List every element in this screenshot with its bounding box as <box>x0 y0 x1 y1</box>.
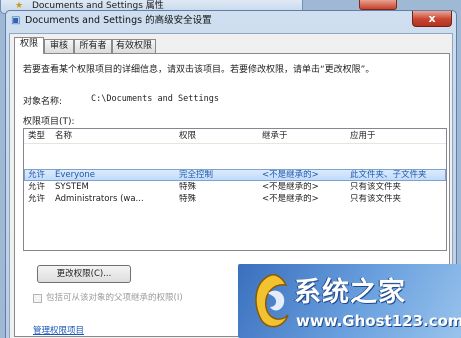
instructions-text: 若要查看某个权限项目的详细信息，请双击该项目。若要修改权限，请单击“更改权限”。 <box>23 65 375 75</box>
list-header: 类型 名称 权限 继承于 应用于 <box>24 129 446 144</box>
inherit-permissions-label: 包括可从该对象的父项继承的权限(I) <box>46 293 183 303</box>
row-type: 允许 <box>28 194 46 204</box>
object-name-value: C:\Documents and Settings <box>91 94 219 104</box>
row-name: Administrators (wa... <box>55 194 144 204</box>
background-window-close-button[interactable] <box>359 0 397 10</box>
row-permission: 特殊 <box>179 182 197 192</box>
row-applies-to: 只有该文件夹 <box>350 182 402 192</box>
list-row-everyone[interactable]: 允许 Everyone 完全控制 <不是继承的> 此文件夹、子文件夹 <box>24 169 446 181</box>
manage-permission-entries-link[interactable]: 管理权限项目 <box>33 324 84 336</box>
watermark-title: 系统之家 <box>294 277 406 308</box>
dialog-title: Documents and Settings 的高级安全设置 <box>25 15 212 26</box>
row-type: 允许 <box>28 182 46 192</box>
row-permission: 特殊 <box>179 194 197 204</box>
inherit-permissions-checkbox[interactable] <box>33 294 42 303</box>
permission-entries-label: 权限项目(T): <box>23 117 75 127</box>
security-shield-icon: ▣ <box>11 15 21 26</box>
watermark-logo: 系统之家 www.Ghost123.com <box>238 264 461 338</box>
row-name: Everyone <box>55 170 95 180</box>
column-header-name[interactable]: 名称 <box>55 129 72 143</box>
row-permission: 完全控制 <box>179 170 214 180</box>
row-inherited-from: <不是继承的> <box>262 194 319 204</box>
list-row-administrators[interactable]: 允许 Administrators (wa... 特殊 <不是继承的> 只有该文… <box>24 194 446 206</box>
tab-owner[interactable]: 所有者 <box>74 39 112 53</box>
column-header-type[interactable]: 类型 <box>28 129 45 143</box>
list-row-system[interactable]: 允许 SYSTEM 特殊 <不是继承的> 只有该文件夹 <box>24 182 446 194</box>
row-type: 允许 <box>28 170 46 180</box>
object-name-label: 对象名称: <box>23 97 63 107</box>
tab-effective-permissions[interactable]: 有效权限 <box>112 39 156 53</box>
column-header-permission[interactable]: 权限 <box>179 129 196 143</box>
tab-auditing[interactable]: 审核 <box>44 39 74 53</box>
close-button[interactable]: x <box>412 11 452 27</box>
row-applies-to: 只有该文件夹 <box>350 194 402 204</box>
permission-entries-list[interactable]: 类型 名称 权限 继承于 应用于 允许 Everyone 完全控制 <不是继承的… <box>23 128 447 251</box>
row-applies-to: 此文件夹、子文件夹 <box>350 170 427 180</box>
row-inherited-from: <不是继承的> <box>262 182 319 192</box>
watermark-url: www.Ghost123.com <box>296 312 461 330</box>
change-permissions-button[interactable]: 更改权限(C)... <box>37 265 131 283</box>
row-name: SYSTEM <box>55 182 89 192</box>
tab-permissions[interactable]: 权限 <box>14 37 44 54</box>
column-header-inherited-from[interactable]: 继承于 <box>262 129 288 143</box>
column-header-applies-to[interactable]: 应用于 <box>350 129 376 143</box>
swirl-logo-icon <box>255 274 289 328</box>
row-inherited-from: <不是继承的> <box>262 170 319 180</box>
